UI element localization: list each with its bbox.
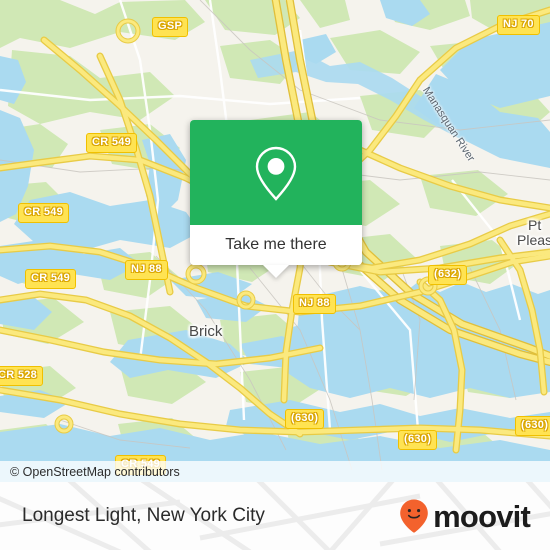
place-label-pleasant: Pleas <box>517 232 550 248</box>
road-shield: CR 549 <box>86 133 138 153</box>
map-attribution-bar: © OpenStreetMap contributors <box>0 461 550 482</box>
road-shield: CR 549 <box>25 269 77 289</box>
take-me-there-callout[interactable]: Take me there <box>190 120 362 278</box>
road-shield: GSP <box>152 17 189 37</box>
map-pin-icon <box>255 146 297 201</box>
road-shield: (632) <box>428 265 468 285</box>
footer-bar: Longest Light, New York City moovit <box>0 482 550 550</box>
moovit-wordmark: moovit <box>433 498 531 534</box>
attribution-text: © OpenStreetMap contributors <box>10 464 180 479</box>
road-shield: NJ 88 <box>293 294 336 314</box>
moovit-brand[interactable]: moovit <box>398 498 531 534</box>
road-shield: NJ 88 <box>125 260 168 280</box>
callout-icon-panel <box>190 120 362 225</box>
callout-pointer <box>263 265 289 278</box>
callout-action-panel[interactable]: Take me there <box>190 225 362 265</box>
page-title: Longest Light, New York City <box>22 505 265 526</box>
road-shield: CR 549 <box>18 203 70 223</box>
road-shield: (630) <box>398 430 438 450</box>
road-shield: NJ 70 <box>497 15 540 35</box>
place-label-pt: Pt <box>528 217 542 233</box>
moovit-location-card: GSP NJ 70 CR 549 CR 549 CR 549 NJ 88 NJ … <box>0 0 550 550</box>
place-label-brick: Brick <box>189 323 223 340</box>
road-shield: CR 528 <box>0 366 44 386</box>
road-shield: (630) <box>285 409 325 429</box>
take-me-there-label: Take me there <box>225 236 327 253</box>
map-canvas[interactable]: GSP NJ 70 CR 549 CR 549 CR 549 NJ 88 NJ … <box>0 0 550 482</box>
moovit-smiley-pin-icon <box>400 499 428 533</box>
road-shield: (630) <box>515 416 550 436</box>
